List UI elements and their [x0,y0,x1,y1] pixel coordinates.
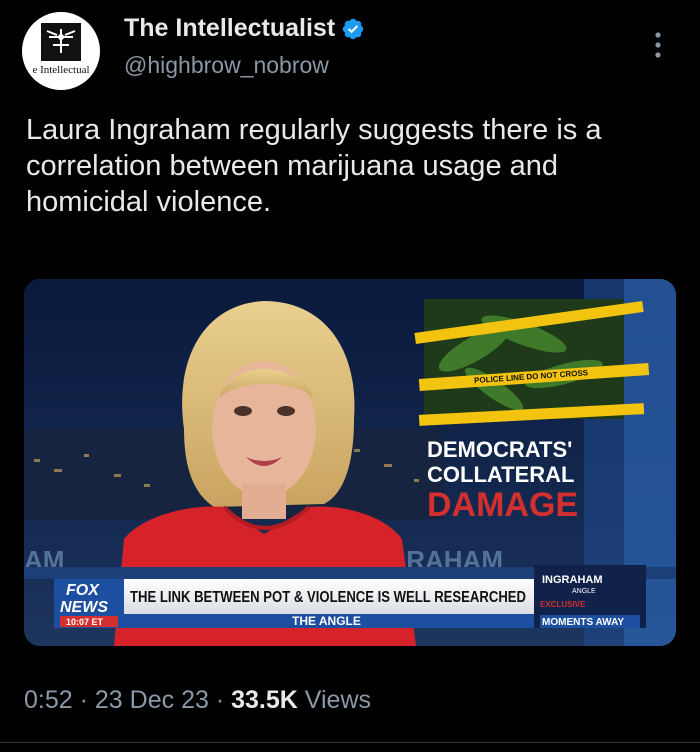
logo-icon [41,23,81,61]
tweet-date[interactable]: 23 Dec 23 [95,686,209,714]
chyron-headline: THE LINK BETWEEN POT & VIOLENCE IS WELL … [130,589,526,606]
handle[interactable]: @highbrow_nobrow [124,52,329,79]
graphic-title-line2: COLLATERAL [427,462,574,487]
promo-show-name: INGRAHAM [542,574,603,586]
chyron-subtitle: THE ANGLE [292,614,361,628]
views-label: Views [304,686,372,714]
graphic-title-line1: DEMOCRATS' [427,437,572,462]
views-count[interactable]: 33.5K [231,686,298,714]
meta-separator: · [215,686,225,714]
meta-separator: · [79,686,88,714]
avatar-text: e Intellectual [32,64,90,76]
graphic-title-line3: DAMAGE [427,486,578,524]
tweet-media-image[interactable]: POLICE LINE DO NOT CROSS DEMOCRATS' COLL… [24,279,676,646]
broadcast-time: 10:07 ET [66,617,104,627]
promo-show-sub: ANGLE [572,588,596,595]
display-name[interactable]: The Intellectualist [124,14,335,43]
news-broadcast-still: POLICE LINE DO NOT CROSS DEMOCRATS' COLL… [24,279,676,646]
divider [0,742,700,743]
promo-moments: MOMENTS AWAY [542,617,624,628]
avatar[interactable]: e Intellectual [22,12,100,90]
more-options-icon[interactable] [650,30,666,60]
fox-logo-line2: NEWS [60,599,108,616]
tweet-text: Laura Ingraham regularly suggests there … [26,114,602,218]
tweet-time[interactable]: 0:52 [24,686,73,714]
promo-exclusive: EXCLUSIVE [540,600,586,609]
tweet-meta: 0:52 · 23 Dec 23 · 33.5K Views [24,686,371,715]
verified-badge-icon [342,18,364,39]
fox-logo-line1: FOX [66,582,100,599]
